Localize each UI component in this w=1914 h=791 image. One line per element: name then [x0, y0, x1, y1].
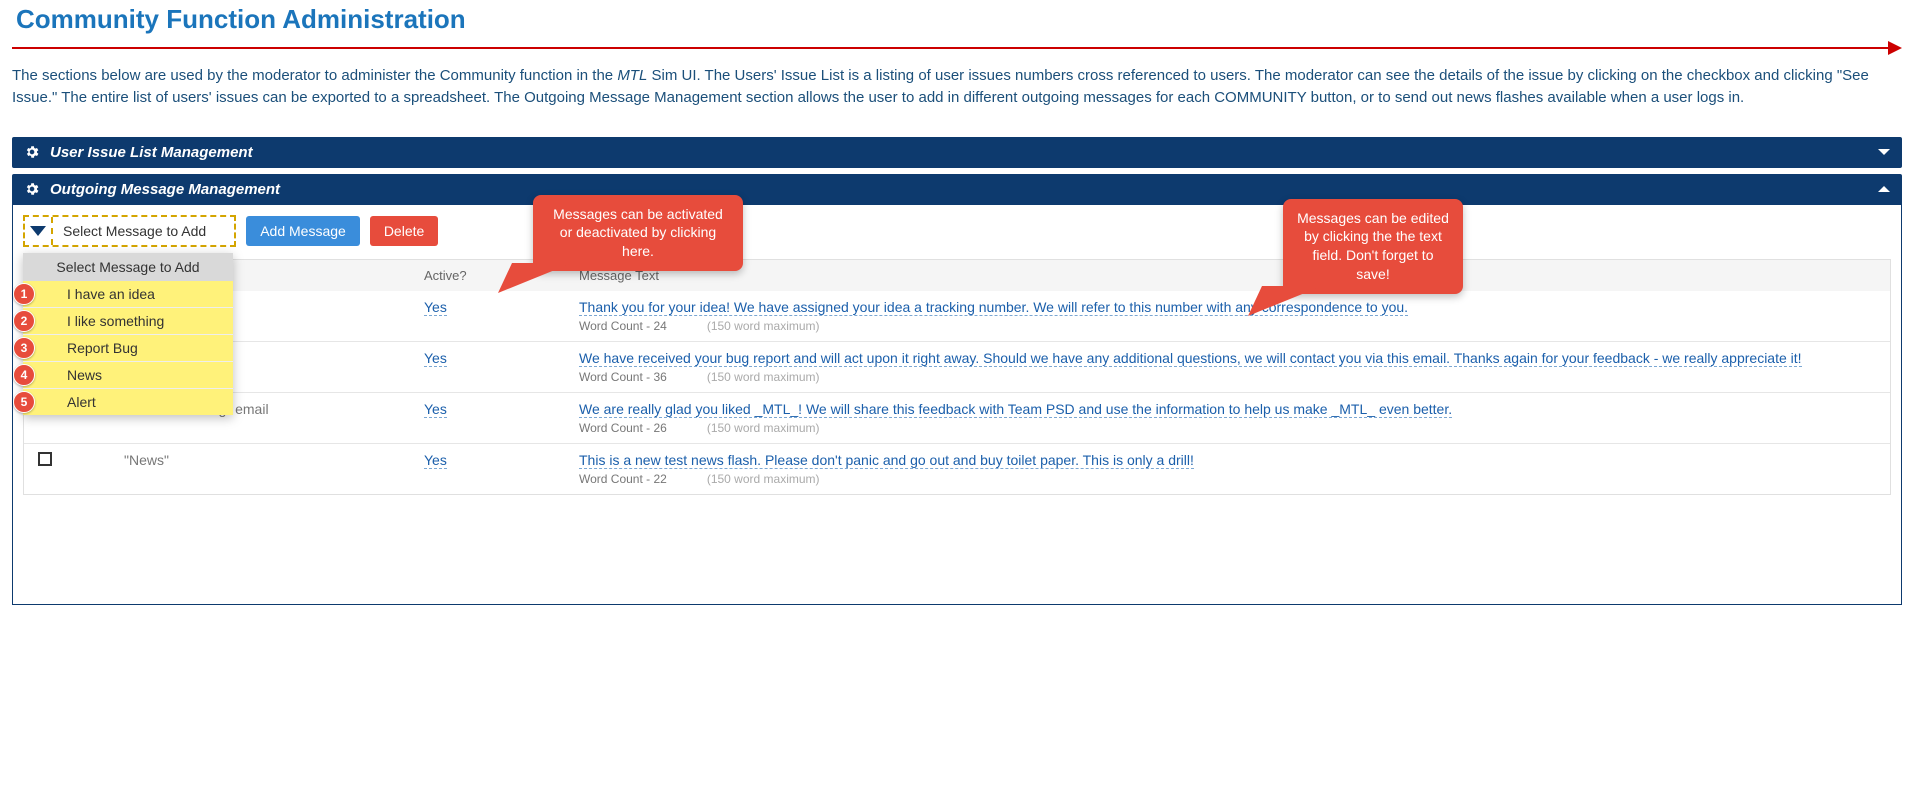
- intro-part-1: The sections below are used by the moder…: [12, 67, 617, 84]
- word-count: Word Count - 26(150 word maximum): [579, 421, 1880, 435]
- row-name: "News": [114, 444, 414, 476]
- message-text-field[interactable]: We are really glad you liked _MTL_! We w…: [579, 401, 1452, 418]
- active-toggle[interactable]: Yes: [424, 350, 447, 367]
- dropdown-arrow-icon: [25, 217, 53, 245]
- message-text-field[interactable]: We have received your bug report and wil…: [579, 350, 1802, 367]
- panel-header-user-issue[interactable]: User Issue List Management: [12, 137, 1902, 168]
- select-message-dropdown[interactable]: Select Message to Add: [23, 215, 236, 247]
- active-toggle[interactable]: Yes: [424, 299, 447, 316]
- dropdown-option-alert[interactable]: 5Alert: [23, 388, 233, 415]
- dropdown-option-label: Alert: [23, 389, 233, 415]
- delete-button[interactable]: Delete: [370, 216, 438, 246]
- dropdown-option-label: Report Bug: [23, 335, 233, 361]
- col-header-message: Message Text: [569, 260, 1890, 291]
- table-row: Yes We have received your bug report and …: [24, 341, 1890, 392]
- callout-edit-text: Messages can be edited by clicking the t…: [1297, 210, 1449, 283]
- dropdown-option-label: I like something: [23, 308, 233, 334]
- dropdown-menu: Select Message to Add 1I have an idea2I …: [23, 253, 233, 415]
- chevron-down-icon: [1878, 149, 1890, 155]
- page-title: Community Function Administration: [12, 0, 1902, 41]
- panel-title-outgoing: Outgoing Message Management: [50, 181, 280, 198]
- step-badge: 1: [13, 283, 35, 305]
- dropdown-option-label: News: [23, 362, 233, 388]
- dropdown-option-label: I have an idea: [23, 281, 233, 307]
- dropdown-option-news[interactable]: 4News: [23, 361, 233, 388]
- chevron-up-icon: [1878, 186, 1890, 192]
- dropdown-selected-label: Select Message to Add: [53, 223, 234, 239]
- panel-header-outgoing[interactable]: Outgoing Message Management: [12, 174, 1902, 205]
- step-badge: 4: [13, 364, 35, 386]
- word-count: Word Count - 22(150 word maximum): [579, 472, 1880, 486]
- word-count: Word Count - 24(150 word maximum): [579, 319, 1880, 333]
- messages-table: Active? Message Text YesThank you for yo…: [23, 259, 1891, 495]
- dropdown-option-report-bug[interactable]: 3Report Bug: [23, 334, 233, 361]
- intro-ital: MTL: [617, 67, 647, 84]
- dropdown-option-i-have-an-idea[interactable]: 1I have an idea: [23, 281, 233, 307]
- callout-activate: Messages can be activated or deactivated…: [533, 195, 743, 272]
- table-row: "I like something" emailYesWe are really…: [24, 392, 1890, 443]
- dropdown-option-i-like-something[interactable]: 2I like something: [23, 307, 233, 334]
- message-text-field[interactable]: This is a new test news flash. Please do…: [579, 452, 1194, 469]
- step-badge: 5: [13, 391, 35, 413]
- active-toggle[interactable]: Yes: [424, 401, 447, 418]
- callout-activate-text: Messages can be activated or deactivated…: [553, 206, 723, 260]
- active-toggle[interactable]: Yes: [424, 452, 447, 469]
- add-message-button[interactable]: Add Message: [246, 216, 360, 246]
- callout-edit: Messages can be edited by clicking the t…: [1283, 199, 1463, 295]
- dropdown-menu-header: Select Message to Add: [23, 253, 233, 281]
- gear-icon: [24, 181, 40, 197]
- step-badge: 3: [13, 337, 35, 359]
- gear-icon: [24, 144, 40, 160]
- divider-arrow: [12, 41, 1902, 55]
- table-row: YesThank you for your idea! We have assi…: [24, 291, 1890, 341]
- intro-text: The sections below are used by the moder…: [12, 65, 1902, 109]
- row-checkbox[interactable]: [38, 452, 52, 466]
- word-count: Word Count - 36(150 word maximum): [579, 370, 1880, 384]
- step-badge: 2: [13, 310, 35, 332]
- panel-title-user-issue: User Issue List Management: [50, 144, 253, 161]
- table-row: "News" Yes This is a new test news flash. …: [24, 443, 1890, 494]
